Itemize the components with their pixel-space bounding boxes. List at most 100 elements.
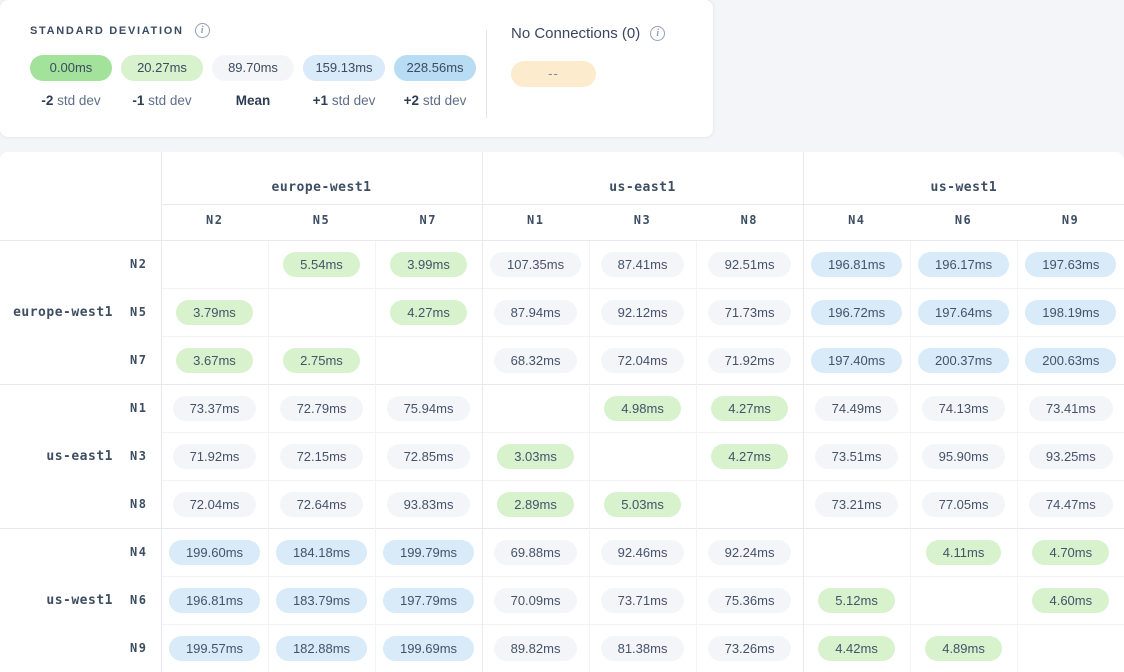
latency-value-pill[interactable]: 197.63ms — [1025, 252, 1116, 277]
latency-value-pill[interactable]: 71.92ms — [708, 348, 792, 373]
latency-value-pill[interactable]: 197.40ms — [811, 348, 902, 373]
latency-value-pill[interactable]: 183.79ms — [276, 588, 367, 613]
latency-value-pill[interactable]: 196.81ms — [169, 588, 260, 613]
latency-matrix-table: europe-west1us-east1us-west1N2N5N7N1N3N8… — [0, 152, 1124, 672]
latency-value-pill[interactable]: 196.17ms — [918, 252, 1009, 277]
latency-value-pill[interactable]: 196.72ms — [811, 300, 902, 325]
latency-value-pill[interactable]: 5.54ms — [283, 252, 360, 277]
latency-value-pill[interactable]: 72.79ms — [280, 396, 364, 421]
latency-cell: 4.42ms — [803, 624, 910, 672]
latency-value-pill[interactable]: 70.09ms — [494, 588, 578, 613]
latency-value-pill[interactable]: 93.83ms — [387, 492, 471, 517]
latency-value-pill[interactable]: 93.25ms — [1029, 444, 1113, 469]
latency-value-pill[interactable]: 4.27ms — [390, 300, 467, 325]
latency-value-pill[interactable]: 199.57ms — [169, 636, 260, 661]
latency-cell: 184.18ms — [268, 528, 375, 576]
latency-cell: 92.51ms — [696, 240, 803, 288]
latency-value-pill[interactable]: 197.64ms — [918, 300, 1009, 325]
latency-value-pill[interactable]: 4.42ms — [818, 636, 895, 661]
std-deviation-section: STANDARD DEVIATION i 0.00ms -2 std dev 2… — [30, 23, 486, 137]
latency-value-pill[interactable]: 74.47ms — [1029, 492, 1113, 517]
latency-cell: 199.79ms — [375, 528, 482, 576]
latency-cell: 200.37ms — [910, 336, 1017, 384]
latency-value-pill[interactable]: 4.98ms — [604, 396, 681, 421]
latency-value-pill[interactable]: 77.05ms — [922, 492, 1006, 517]
std-deviation-title: STANDARD DEVIATION — [30, 25, 184, 37]
latency-value-pill[interactable]: 73.41ms — [1029, 396, 1113, 421]
matrix-row: N73.67ms2.75ms68.32ms72.04ms71.92ms197.4… — [0, 336, 1124, 384]
latency-value-pill[interactable]: 92.46ms — [601, 540, 685, 565]
latency-value-pill[interactable]: 73.71ms — [601, 588, 685, 613]
latency-value-pill[interactable]: 72.85ms — [387, 444, 471, 469]
latency-value-pill[interactable]: 182.88ms — [276, 636, 367, 661]
bucket-prefix: +1 — [313, 93, 328, 108]
latency-value-pill[interactable]: 2.89ms — [497, 492, 574, 517]
latency-value-pill[interactable]: 198.19ms — [1025, 300, 1116, 325]
latency-value-pill[interactable]: 199.79ms — [383, 540, 474, 565]
latency-value-pill[interactable]: 75.94ms — [387, 396, 471, 421]
node-row-label: N6 — [115, 576, 161, 624]
latency-value-pill[interactable]: 74.49ms — [815, 396, 899, 421]
latency-value-pill[interactable]: 73.37ms — [173, 396, 257, 421]
latency-value-pill[interactable]: 72.04ms — [601, 348, 685, 373]
latency-value-pill[interactable]: 5.03ms — [604, 492, 681, 517]
matrix-row: N872.04ms72.64ms93.83ms2.89ms5.03ms73.21… — [0, 480, 1124, 528]
latency-value-pill[interactable]: 75.36ms — [708, 588, 792, 613]
latency-value-pill[interactable]: 72.04ms — [173, 492, 257, 517]
latency-value-pill[interactable]: 73.51ms — [815, 444, 899, 469]
latency-value-pill[interactable]: 71.92ms — [173, 444, 257, 469]
latency-value-pill[interactable]: 69.88ms — [494, 540, 578, 565]
matrix-row: N53.79ms4.27ms87.94ms92.12ms71.73ms196.7… — [0, 288, 1124, 336]
info-icon[interactable]: i — [195, 23, 210, 38]
legend-bucket: 89.70ms Mean — [212, 55, 294, 108]
latency-value-pill[interactable]: 200.37ms — [918, 348, 1009, 373]
latency-value-pill[interactable]: 72.64ms — [280, 492, 364, 517]
latency-value-pill[interactable]: 3.03ms — [497, 444, 574, 469]
latency-value-pill[interactable]: 200.63ms — [1025, 348, 1116, 373]
latency-cell: 71.73ms — [696, 288, 803, 336]
latency-value-pill[interactable]: 5.12ms — [818, 588, 895, 613]
latency-cell: 4.27ms — [696, 432, 803, 480]
latency-value-pill[interactable]: 92.24ms — [708, 540, 792, 565]
latency-cell: 93.25ms — [1017, 432, 1124, 480]
latency-value-pill[interactable]: 73.21ms — [815, 492, 899, 517]
latency-value-pill[interactable]: 4.27ms — [711, 396, 788, 421]
info-icon[interactable]: i — [650, 26, 665, 41]
latency-value-pill[interactable]: 199.69ms — [383, 636, 474, 661]
latency-value-pill[interactable]: 92.12ms — [601, 300, 685, 325]
latency-value-pill[interactable]: 3.79ms — [176, 300, 253, 325]
latency-value-pill[interactable]: 72.15ms — [280, 444, 364, 469]
latency-value-pill[interactable]: 87.94ms — [494, 300, 578, 325]
latency-value-pill[interactable]: 4.60ms — [1032, 588, 1109, 613]
latency-value-pill[interactable]: 73.26ms — [708, 636, 792, 661]
latency-cell: 72.04ms — [161, 480, 268, 528]
latency-value-pill[interactable]: 3.67ms — [176, 348, 253, 373]
latency-value-pill[interactable]: 3.99ms — [390, 252, 467, 277]
latency-value-pill[interactable]: 68.32ms — [494, 348, 578, 373]
latency-value-pill[interactable]: 4.27ms — [711, 444, 788, 469]
latency-value-pill[interactable]: 74.13ms — [922, 396, 1006, 421]
latency-cell: 70.09ms — [482, 576, 589, 624]
latency-cell: 73.41ms — [1017, 384, 1124, 432]
legend-bucket: 228.56ms +2 std dev — [394, 55, 476, 108]
bucket-suffix: std dev — [57, 93, 101, 108]
latency-value-pill[interactable]: 71.73ms — [708, 300, 792, 325]
latency-cell: 73.26ms — [696, 624, 803, 672]
latency-value-pill[interactable]: 95.90ms — [922, 444, 1006, 469]
latency-value-pill[interactable]: 89.82ms — [494, 636, 578, 661]
latency-value-pill[interactable]: 199.60ms — [169, 540, 260, 565]
latency-value-pill[interactable]: 196.81ms — [811, 252, 902, 277]
latency-value-pill[interactable]: 81.38ms — [601, 636, 685, 661]
latency-cell-self — [1017, 624, 1124, 672]
latency-value-pill[interactable]: 197.79ms — [383, 588, 474, 613]
latency-value-pill[interactable]: 4.11ms — [926, 540, 1002, 565]
latency-value-pill[interactable]: 184.18ms — [276, 540, 367, 565]
latency-cell-self — [910, 576, 1017, 624]
latency-value-pill[interactable]: 107.35ms — [490, 252, 581, 277]
latency-value-pill[interactable]: 4.89ms — [925, 636, 1002, 661]
latency-value-pill[interactable]: 92.51ms — [708, 252, 792, 277]
latency-value-pill[interactable]: 87.41ms — [601, 252, 685, 277]
latency-value-pill[interactable]: 4.70ms — [1032, 540, 1109, 565]
latency-cell-self — [696, 480, 803, 528]
latency-value-pill[interactable]: 2.75ms — [283, 348, 360, 373]
